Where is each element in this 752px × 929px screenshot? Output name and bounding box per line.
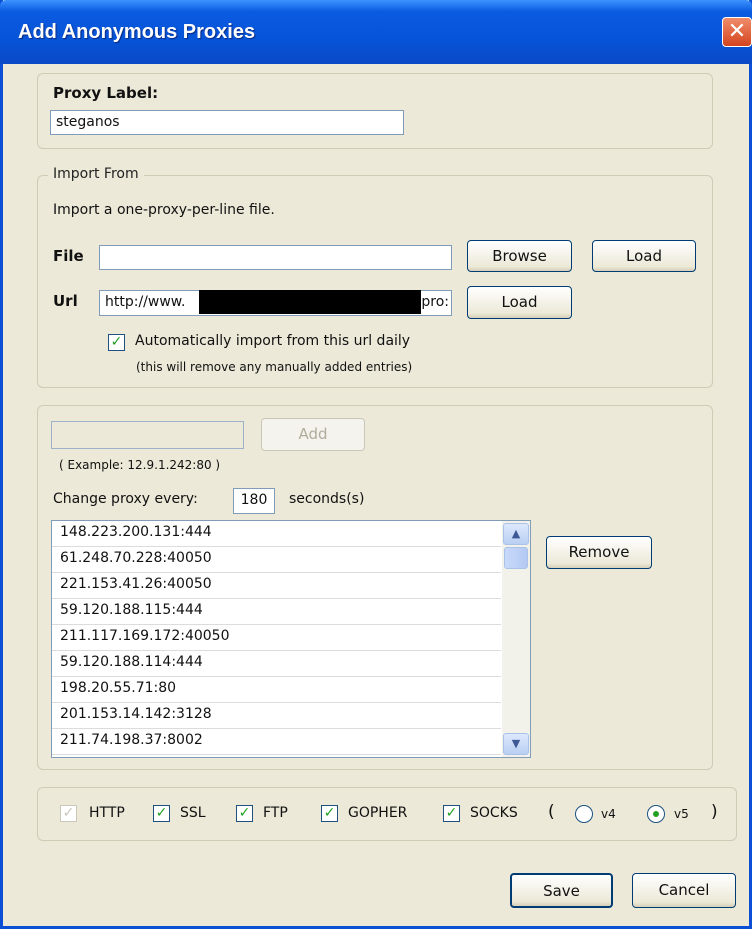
list-scrollbar[interactable]: ▲ ▼ [502,521,530,757]
add-proxies-dialog: Add Anonymous Proxies ✕ Proxy Label: ste… [0,0,752,929]
add-proxy-input[interactable] [51,421,244,449]
gopher-label: GOPHER [348,805,408,821]
socks-v5-label: v5 [674,807,689,821]
change-proxy-label: Change proxy every: [53,491,198,507]
list-item[interactable]: 198.20.55.71:80 [52,677,501,703]
proxy-list[interactable]: 148.223.200.131:444 61.248.70.228:40050 … [51,520,531,758]
title-bar[interactable]: Add Anonymous Proxies ✕ [0,0,752,64]
http-checkbox[interactable]: ✓ [60,805,77,822]
load-url-button[interactable]: Load [467,286,572,319]
list-item[interactable]: 201.153.14.142:3128 [52,703,501,729]
ssl-label: SSL [180,805,206,821]
interval-unit: seconds(s) [289,491,365,507]
browse-button[interactable]: Browse [467,240,572,272]
example-text: ( Example: 12.9.1.242:80 ) [59,458,221,472]
socks-open-paren: ( [548,802,555,822]
url-label: Url [53,292,78,310]
socks-close-paren: ) [711,802,718,822]
list-item[interactable]: 148.223.200.131:444 [52,521,501,547]
import-from-legend: Import From [48,166,144,182]
radio-selected-dot [653,811,659,817]
cancel-button[interactable]: Cancel [632,873,736,908]
load-file-button[interactable]: Load [592,240,696,272]
scroll-up-icon[interactable]: ▲ [503,523,529,545]
list-item[interactable]: 211.117.169.172:40050 [52,625,501,651]
remove-button[interactable]: Remove [546,536,652,569]
list-item[interactable]: 211.74.198.37:8002 [52,729,501,755]
list-item[interactable]: 61.248.70.228:40050 [52,547,501,573]
redacted-region [199,290,421,314]
import-description: Import a one-proxy-per-line file. [53,202,275,218]
list-item[interactable]: 221.153.41.26:40050 [52,573,501,599]
auto-import-note: (this will remove any manually added ent… [136,360,413,374]
socks-v4-radio[interactable] [575,805,593,823]
scroll-thumb[interactable] [504,547,528,569]
close-button[interactable]: ✕ [722,17,752,47]
auto-import-label: Automatically import from this url daily [135,333,411,349]
ftp-label: FTP [263,805,288,821]
url-value-start: http://www. [105,294,186,310]
http-label: HTTP [89,805,125,821]
proxy-label-heading: Proxy Label: [53,84,159,102]
scroll-down-icon[interactable]: ▼ [503,733,529,755]
list-item[interactable]: 59.120.188.114:444 [52,651,501,677]
interval-input[interactable]: 180 [233,488,275,514]
socks-checkbox[interactable]: ✓ [443,805,460,822]
socks-label: SOCKS [470,805,518,821]
save-button[interactable]: Save [510,873,613,908]
list-item[interactable]: 59.120.188.115:444 [52,599,501,625]
file-label: File [53,247,84,265]
add-button[interactable]: Add [261,418,365,451]
gopher-checkbox[interactable]: ✓ [321,805,338,822]
ftp-checkbox[interactable]: ✓ [236,805,253,822]
proxy-label-input[interactable]: steganos [50,110,404,135]
ssl-checkbox[interactable]: ✓ [153,805,170,822]
auto-import-checkbox[interactable]: ✓ [108,334,125,351]
socks-v4-label: v4 [601,807,616,821]
window-title: Add Anonymous Proxies [18,21,256,43]
file-input[interactable] [99,245,452,270]
socks-v5-radio[interactable] [647,805,665,823]
